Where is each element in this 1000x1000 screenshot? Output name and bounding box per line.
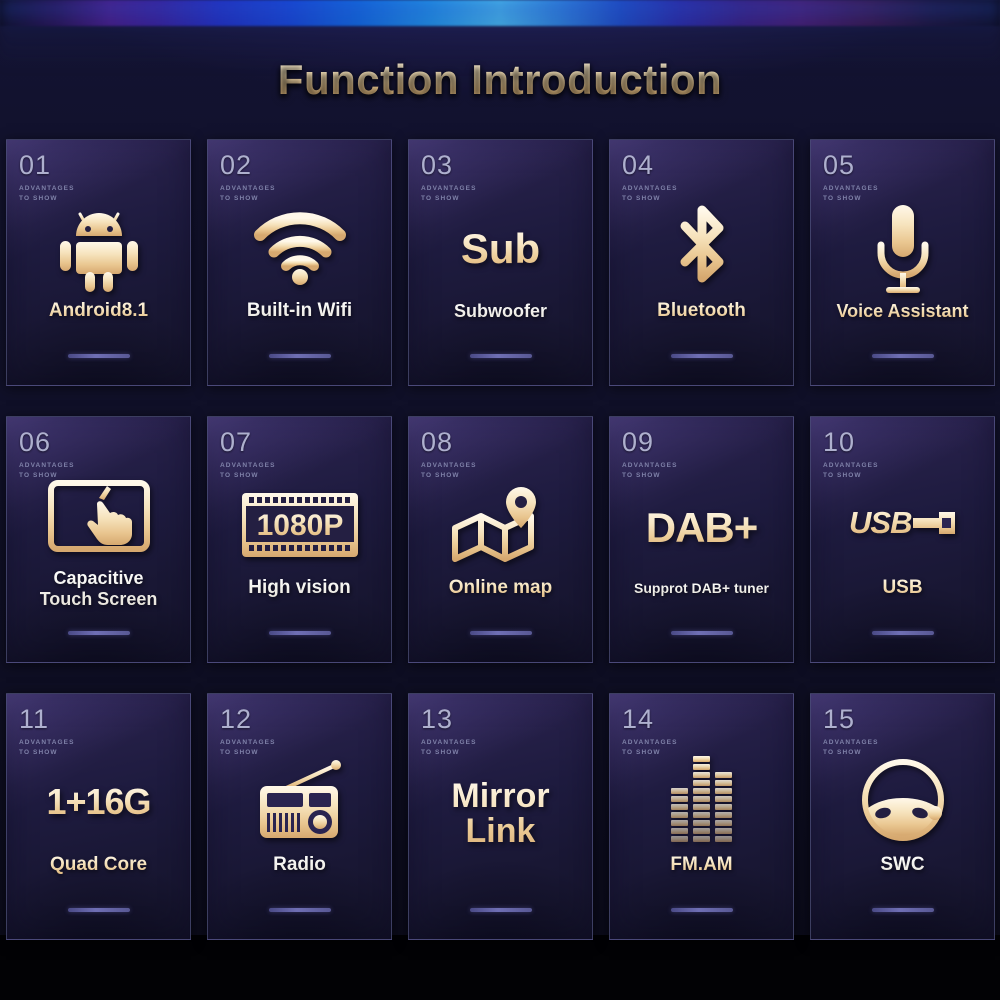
card-number: 07	[220, 427, 253, 457]
card-body: DAB+ Supprot DAB+ tuner	[610, 463, 793, 614]
svg-text:1080P: 1080P	[256, 509, 343, 542]
dab-icon-text: DAB+	[645, 503, 759, 551]
dab-plus-text-icon: DAB+	[645, 480, 759, 576]
card-body: Sub Subwoofer	[409, 186, 592, 337]
card-divider	[268, 908, 331, 912]
card-label: Capacitive Touch Screen	[39, 567, 158, 609]
feature-card-06[interactable]: 06 ADVANTAGES TO SHOW Capacitive Touch Scr…	[6, 416, 191, 663]
card-label: Built-in Wifi	[246, 300, 353, 322]
microphone-icon	[868, 201, 938, 297]
card-number: 05	[823, 150, 856, 180]
card-divider	[469, 631, 532, 635]
card-number: 06	[19, 427, 52, 457]
card-label: Radio	[273, 854, 326, 876]
card-label: Supprot DAB+ tuner	[634, 580, 769, 597]
card-body: SWC	[811, 740, 994, 891]
card-body: USB USB	[811, 463, 994, 614]
card-label: Android8.1	[48, 300, 149, 322]
card-divider	[67, 908, 130, 912]
card-number: 01	[19, 150, 52, 180]
card-divider	[871, 354, 934, 358]
card-body: Built-in Wifi	[208, 186, 391, 337]
svg-text:USB: USB	[849, 505, 912, 540]
card-number: 11	[19, 704, 50, 734]
card-body: Bluetooth	[610, 186, 793, 337]
radio-icon	[254, 754, 346, 850]
feature-card-03[interactable]: 03 ADVANTAGES TO SHOW Sub Subwoofer	[408, 139, 593, 386]
feature-card-15[interactable]: 15 ADVANTAGES TO SHOW SWC	[810, 693, 995, 940]
card-label: Bluetooth	[657, 300, 746, 322]
card-divider	[670, 354, 733, 358]
card-body: Radio	[208, 740, 391, 891]
feature-card-07[interactable]: 07 ADVANTAGES TO SHOW 1080P High vision	[207, 416, 392, 663]
card-label: High vision	[248, 577, 351, 599]
card-body: Online map	[409, 463, 592, 614]
feature-card-08[interactable]: 08 ADVANTAGES TO SHOW Online map	[408, 416, 593, 663]
sub-icon-text: Sub	[460, 224, 541, 272]
card-number: 10	[823, 427, 856, 457]
feature-card-13[interactable]: 13 ADVANTAGES TO SHOW Mirror Link	[408, 693, 593, 940]
card-number: 13	[421, 704, 454, 734]
feature-card-12[interactable]: 12 ADVANTAGES TO SHOW Radio	[207, 693, 392, 940]
card-label: USB	[882, 577, 923, 599]
card-body: Capacitive Touch Screen	[7, 463, 190, 614]
usb-icon: USB	[847, 477, 959, 573]
card-label: FM.AM	[670, 854, 733, 876]
card-body: 1080P High vision	[208, 463, 391, 614]
feature-card-14[interactable]: 14 ADVANTAGES TO SHOW FM.AM	[609, 693, 794, 940]
card-body: FM.AM	[610, 740, 793, 891]
map-pin-icon	[449, 477, 553, 573]
card-label: Subwoofer	[454, 301, 547, 322]
card-number: 03	[421, 150, 454, 180]
memory-icon-text: 1+16G	[46, 781, 151, 823]
card-number: 09	[622, 427, 655, 457]
mirror-link-text-icon: Mirror Link	[451, 754, 549, 874]
card-body: Android8.1	[7, 186, 190, 337]
card-number: 02	[220, 150, 253, 180]
card-divider	[268, 354, 331, 358]
card-divider	[469, 354, 532, 358]
card-number: 08	[421, 427, 454, 457]
feature-card-05[interactable]: 05 ADVANTAGES TO SHOW Voice Assistant	[810, 139, 995, 386]
feature-card-11[interactable]: 11 ADVANTAGES TO SHOW 1+16G Quad Core	[6, 693, 191, 940]
card-number: 14	[622, 704, 655, 734]
card-number: 12	[220, 704, 253, 734]
card-label: Quad Core	[49, 854, 148, 876]
wifi-icon	[252, 200, 348, 296]
card-divider	[871, 631, 934, 635]
card-body: 1+16G Quad Core	[7, 740, 190, 891]
page-title: Function Introduction	[277, 56, 723, 103]
card-divider	[871, 908, 934, 912]
card-divider	[268, 631, 331, 635]
feature-card-10[interactable]: 10 ADVANTAGES TO SHOW USB USB	[810, 416, 995, 663]
card-divider	[67, 354, 130, 358]
film-1080p-icon: 1080P	[240, 477, 360, 573]
memory-text-icon: 1+16G	[46, 754, 151, 850]
card-label: SWC	[880, 854, 925, 876]
bluetooth-icon	[669, 200, 735, 296]
card-body: Voice Assistant	[811, 186, 994, 337]
feature-card-02[interactable]: 02 ADVANTAGES TO SHOW Built-in Wifi	[207, 139, 392, 386]
feature-card-04[interactable]: 04 ADVANTAGES TO SHOW Bluetooth	[609, 139, 794, 386]
feature-card-grid: 01 ADVANTAGES TO SHOW Android8.1 02 ADVANTAG…	[6, 139, 995, 940]
card-divider	[670, 908, 733, 912]
card-number: 15	[823, 704, 856, 734]
equalizer-icon	[670, 754, 733, 850]
card-divider	[670, 631, 733, 635]
feature-card-01[interactable]: 01 ADVANTAGES TO SHOW Android8.1	[6, 139, 191, 386]
feature-card-09[interactable]: 09 ADVANTAGES TO SHOW DAB+ Supprot DAB+ tun…	[609, 416, 794, 663]
card-label: Online map	[448, 577, 553, 599]
card-body: Mirror Link	[409, 740, 592, 891]
card-label: Voice Assistant	[836, 301, 969, 322]
android-icon	[56, 200, 142, 296]
card-divider	[67, 631, 130, 635]
bottom-black-band	[0, 935, 1000, 1000]
steering-wheel-icon	[857, 754, 949, 850]
card-divider	[469, 908, 532, 912]
card-number: 04	[622, 150, 655, 180]
touch-screen-icon	[47, 468, 151, 564]
sub-text-icon: Sub	[461, 201, 540, 297]
title-container: Function Introduction	[0, 56, 1000, 104]
mirror-link-icon-text: Mirror Link	[451, 776, 550, 850]
